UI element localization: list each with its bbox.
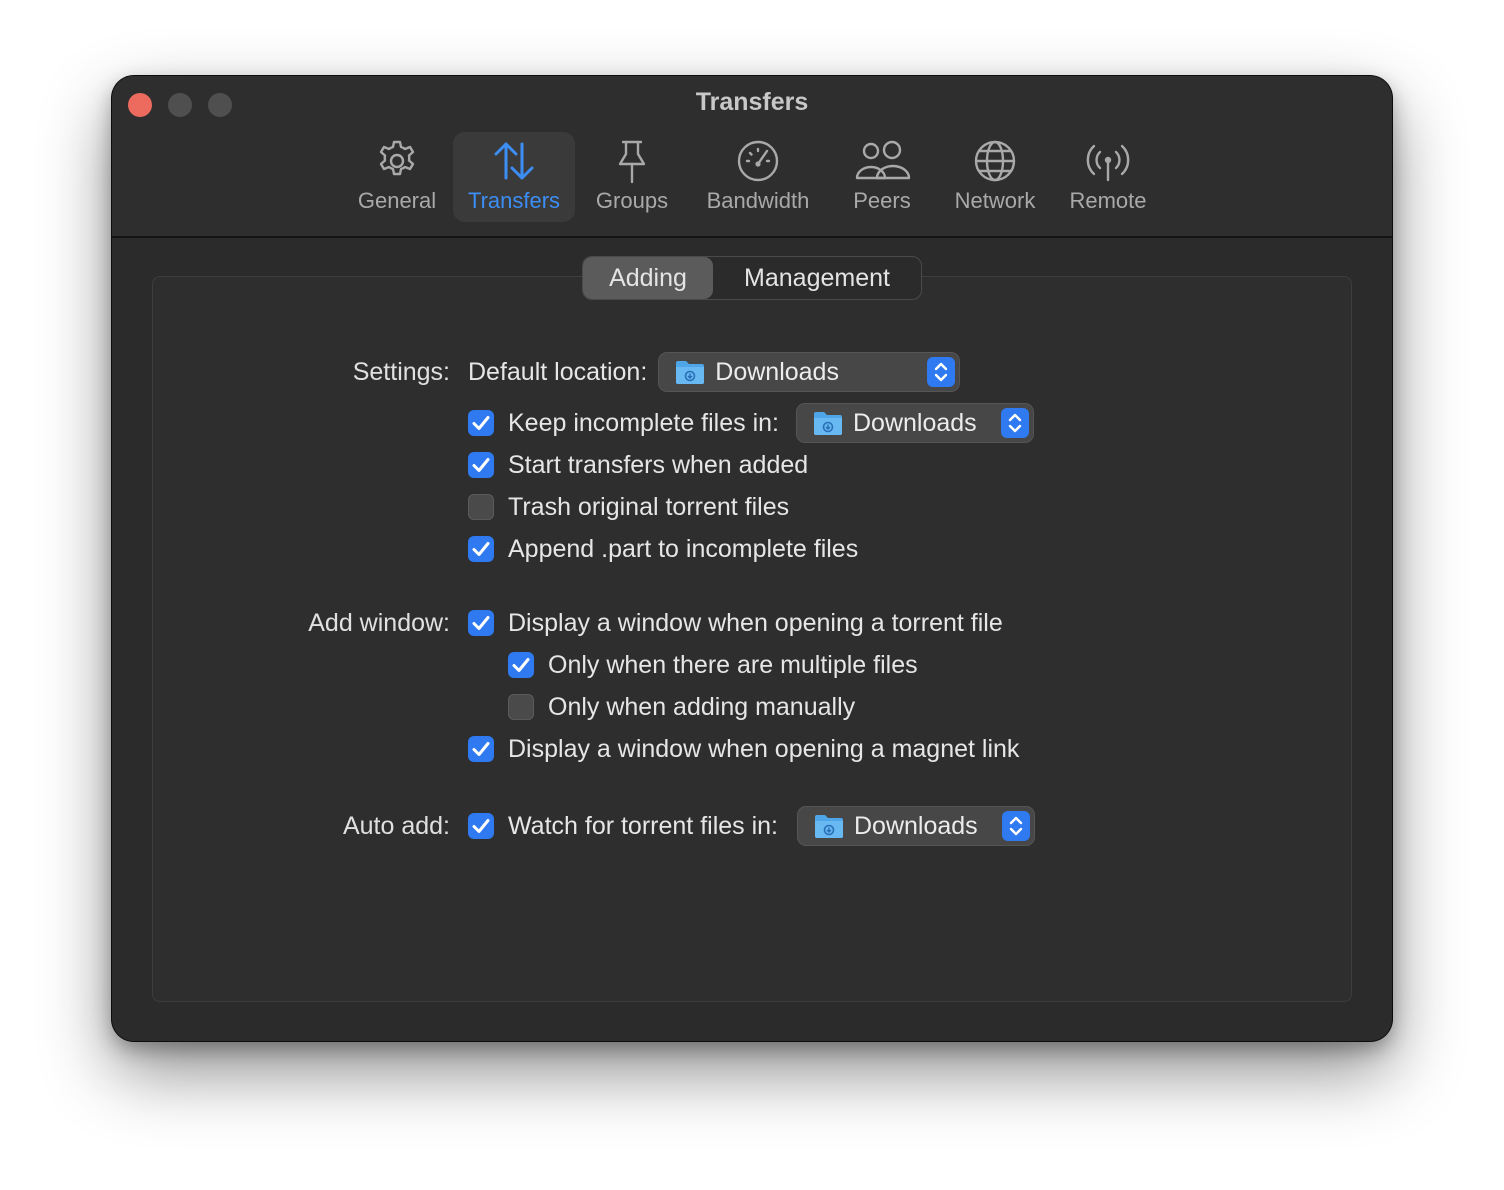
display-magnet-window-label: Display a window when opening a magnet l… (508, 734, 1020, 763)
watch-folder-popup[interactable]: Downloads (798, 807, 1034, 845)
only-adding-manually-checkbox[interactable] (508, 694, 534, 720)
popup-stepper-icon (927, 357, 956, 387)
checkmark-icon (512, 658, 530, 672)
globe-icon (974, 140, 1016, 182)
transfers-arrows-icon (494, 142, 534, 180)
folder-icon (815, 815, 843, 838)
toolbar-item-groups[interactable]: Groups (586, 132, 678, 222)
default-location-row: Default location: Downloads (468, 352, 960, 392)
watch-folder-row: Watch for torrent files in: Downloads (468, 806, 1034, 846)
incomplete-location-popup[interactable]: Downloads (796, 404, 1033, 442)
display-magnet-row: Display a window when opening a magnet l… (468, 729, 1019, 769)
toolbar-label-remote: Remote (1069, 188, 1147, 213)
toolbar-label-network: Network (954, 188, 1036, 213)
checkmark-icon (472, 458, 490, 472)
trash-original-row: Trash original torrent files (468, 487, 789, 527)
preferences-window: Transfers General Transfers Groups Bandw… (112, 76, 1392, 1041)
speedometer-icon (737, 140, 779, 182)
toolbar-item-transfers[interactable]: Transfers (453, 132, 575, 222)
default-location-value: Downloads (715, 357, 839, 386)
toolbar-item-peers[interactable]: Peers (840, 132, 924, 222)
watch-folder-checkbox[interactable] (468, 813, 494, 839)
keep-incomplete-label: Keep incomplete files in: (508, 408, 779, 437)
toolbar-label-general: General (357, 188, 437, 213)
display-torrent-window-checkbox[interactable] (468, 610, 494, 636)
only-adding-manually-label: Only when adding manually (548, 692, 856, 721)
checkmark-icon (472, 542, 490, 556)
tab-adding[interactable]: Adding (583, 257, 713, 299)
display-magnet-window-checkbox[interactable] (468, 736, 494, 762)
checkmark-icon (472, 742, 490, 756)
only-multiple-files-label: Only when there are multiple files (548, 650, 918, 679)
toolbar-item-remote[interactable]: Remote (1062, 132, 1154, 222)
tab-segmented-control: Adding Management (582, 256, 922, 300)
default-location-popup[interactable]: Downloads (659, 353, 960, 391)
add-window-section-label: Add window: (308, 609, 450, 637)
gear-icon (379, 140, 415, 176)
peers-icon (855, 140, 911, 180)
settings-section-label: Settings: (352, 358, 450, 386)
append-part-checkbox[interactable] (468, 536, 494, 562)
append-part-row: Append .part to incomplete files (468, 529, 858, 569)
default-location-label: Default location: (468, 357, 648, 386)
only-multiple-row: Only when there are multiple files (508, 645, 918, 685)
popup-stepper-icon (1002, 811, 1030, 841)
pin-icon (618, 140, 646, 184)
folder-icon (676, 361, 705, 384)
preferences-content: Adding Management Settings: Default loca… (112, 238, 1392, 1041)
checkmark-icon (472, 616, 490, 630)
trash-original-label: Trash original torrent files (508, 492, 790, 521)
toolbar-item-network[interactable]: Network (945, 132, 1045, 222)
watch-folder-value: Downloads (854, 811, 978, 840)
toolbar-label-groups: Groups (595, 188, 669, 213)
toolbar-item-bandwidth[interactable]: Bandwidth (696, 132, 820, 222)
start-when-added-label: Start transfers when added (508, 450, 809, 479)
titlebar: Transfers General Transfers Groups Bandw… (112, 76, 1392, 238)
display-torrent-row: Display a window when opening a torrent … (468, 603, 1003, 643)
append-part-label: Append .part to incomplete files (508, 534, 859, 563)
toolbar-label-peers: Peers (853, 188, 911, 213)
start-when-added-checkbox[interactable] (468, 452, 494, 478)
only-manual-row: Only when adding manually (508, 687, 855, 727)
popup-stepper-icon (1000, 408, 1029, 438)
watch-folder-label: Watch for torrent files in: (508, 811, 778, 840)
tab-management[interactable]: Management (713, 257, 921, 299)
only-multiple-files-checkbox[interactable] (508, 652, 534, 678)
window-title: Transfers (695, 88, 809, 116)
start-when-added-row: Start transfers when added (468, 445, 808, 485)
toolbar-label-transfers: Transfers (467, 188, 561, 213)
auto-add-section-label: Auto add: (342, 812, 450, 840)
folder-icon (813, 412, 842, 435)
toolbar-label-bandwidth: Bandwidth (706, 188, 810, 213)
incomplete-location-value: Downloads (852, 408, 977, 437)
keep-incomplete-checkbox[interactable] (468, 410, 494, 436)
display-torrent-window-label: Display a window when opening a torrent … (508, 608, 1003, 637)
keep-incomplete-row: Keep incomplete files in: Downloads (468, 403, 1033, 443)
antenna-icon (1086, 144, 1130, 182)
checkmark-icon (472, 819, 490, 833)
toolbar-item-general[interactable]: General (348, 132, 446, 222)
trash-original-checkbox[interactable] (468, 494, 494, 520)
checkmark-icon (472, 416, 490, 430)
